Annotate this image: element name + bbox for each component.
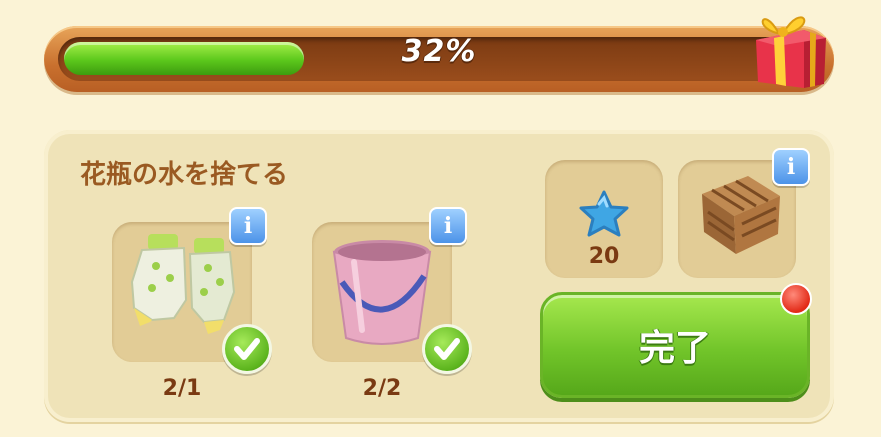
gift-icon[interactable] — [748, 0, 830, 92]
task-title: 花瓶の水を捨てる — [80, 160, 289, 190]
complete-button[interactable]: 完了 — [540, 292, 810, 398]
reward-slot-star[interactable]: 20 — [545, 160, 663, 278]
info-icon[interactable]: i — [229, 207, 267, 245]
complete-button-label: 完了 — [638, 328, 711, 369]
check-icon — [222, 324, 272, 374]
notification-dot — [780, 283, 812, 315]
requirement-count-bucket: 2/2 — [362, 376, 402, 401]
check-icon — [422, 324, 472, 374]
requirement-count-gloves: 2/1 — [162, 376, 202, 401]
info-icon[interactable]: i — [772, 148, 810, 186]
reward-amount-star: 20 — [588, 244, 620, 269]
info-icon[interactable]: i — [429, 207, 467, 245]
progress-percent: 32% — [401, 34, 477, 69]
progress-bar: 32% — [44, 26, 834, 92]
